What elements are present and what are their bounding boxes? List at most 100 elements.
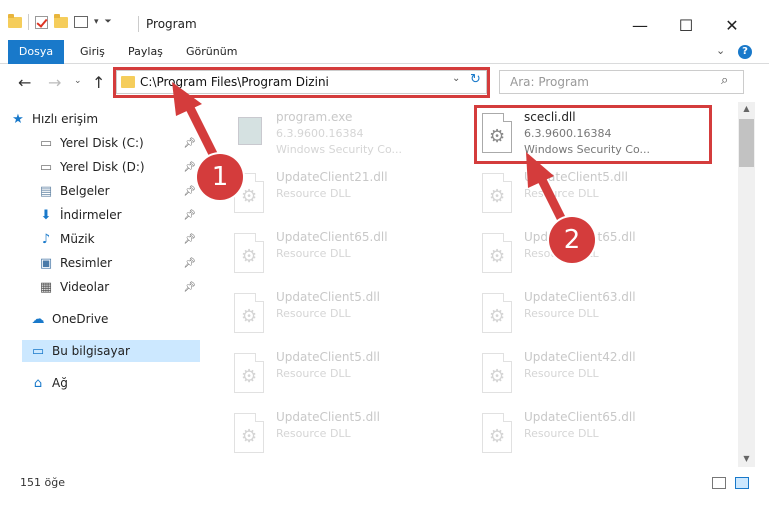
videos-icon: ▦ [39, 279, 53, 295]
gear-icon: ⚙ [241, 426, 258, 447]
nav-item-onedrive[interactable]: ☁ OneDrive [30, 308, 200, 330]
pin-icon[interactable]: 📌︎ [183, 186, 196, 197]
details-view-icon[interactable] [712, 477, 726, 489]
file-version: 6.3.9600.16384 [276, 127, 364, 140]
nav-item-network[interactable]: ⌂ Ağ [30, 372, 200, 394]
status-bar: 151 öğe [0, 467, 769, 497]
pin-icon[interactable]: 📌︎ [183, 282, 196, 293]
nav-item-documents[interactable]: ▤ Belgeler 📌︎ [38, 180, 200, 202]
file-item[interactable]: ⚙ UpdateClient63.dll Resource DLL [480, 288, 710, 338]
documents-icon: ▤ [39, 183, 53, 199]
nav-label: Yerel Disk (C:) [60, 136, 144, 150]
star-icon: ★ [12, 111, 24, 127]
pin-icon[interactable]: 📌︎ [183, 138, 196, 149]
ribbon-expand-icon[interactable]: ⌄ [716, 44, 725, 57]
nav-item-this-pc[interactable]: ▭ Bu bilgisayar [22, 340, 200, 362]
dll-file-icon: ⚙ [480, 293, 514, 333]
tab-view[interactable]: Görünüm [178, 40, 245, 64]
customize-dropdown-icon[interactable]: ▾ [94, 17, 99, 27]
file-highlight-box [474, 105, 712, 164]
file-description: Resource DLL [276, 187, 351, 200]
nav-item-pictures[interactable]: ▣ Resimler 📌︎ [38, 252, 200, 274]
nav-label: Müzik [60, 232, 95, 246]
recent-locations-icon[interactable]: ⌄ [74, 76, 82, 86]
search-icon[interactable]: ⌕ [721, 73, 728, 88]
close-button[interactable]: ✕ [709, 10, 755, 40]
file-name: UpdateClient63.dll [524, 290, 636, 304]
nav-label: Resimler [60, 256, 113, 270]
quick-access-toolbar: ▾ ⏷ [8, 13, 112, 30]
file-description: Resource DLL [524, 367, 599, 380]
maximize-button[interactable]: ☐ [663, 10, 709, 40]
file-name: UpdateClient21.dll [276, 170, 388, 184]
properties-check-icon[interactable] [35, 15, 48, 29]
dll-file-icon: ⚙ [232, 413, 266, 453]
minimize-button[interactable]: — [617, 10, 663, 40]
file-name: UpdateClient65.dll [276, 230, 388, 244]
dll-file-icon: ⚙ [480, 413, 514, 453]
dll-file-icon: ⚙ [480, 233, 514, 273]
music-icon: ♪ [41, 231, 51, 247]
navigation-pane: ★ Hızlı erişim ▭ Yerel Disk (C:) 📌︎ ▭ Ye… [0, 102, 210, 467]
file-description: Windows Security Co... [276, 143, 402, 156]
gear-icon: ⚙ [489, 366, 506, 387]
file-item[interactable]: ⚙ UpdateClient5.dll Resource DLL [232, 408, 462, 458]
file-item[interactable]: ⚙ UpdateClient65.dll Resource DLL [480, 228, 710, 278]
nav-label: Bu bilgisayar [52, 344, 130, 358]
gear-icon: ⚙ [489, 306, 506, 327]
file-item[interactable]: ⚙ UpdateClient5.dll Resource DLL [232, 288, 462, 338]
pin-icon[interactable]: 📌︎ [183, 234, 196, 245]
scroll-thumb[interactable] [739, 119, 754, 167]
new-folder-icon[interactable] [54, 13, 68, 28]
title-bar: ▾ ⏷ Program — ☐ ✕ [0, 0, 769, 40]
nav-item-music[interactable]: ♪ Müzik 📌︎ [38, 228, 200, 250]
address-highlight-box [113, 67, 490, 98]
gear-icon: ⚙ [489, 186, 506, 207]
customize-dropdown-icon-2[interactable]: ⏷ [105, 17, 112, 27]
file-item[interactable]: ⚙ UpdateClient5.dll Resource DLL [480, 168, 710, 218]
file-description: Resource DLL [524, 187, 599, 200]
drive-icon: ▭ [39, 135, 53, 151]
help-button[interactable]: ? [738, 45, 752, 59]
file-item[interactable]: ⚙ UpdateClient65.dll Resource DLL [480, 408, 710, 458]
exe-file-icon [232, 113, 266, 153]
nav-item-downloads[interactable]: ⬇ İndirmeler 📌︎ [38, 204, 200, 226]
tab-share[interactable]: Paylaş [120, 40, 171, 64]
back-arrow-icon[interactable]: ← [18, 73, 31, 92]
nav-label: OneDrive [52, 312, 109, 326]
nav-item-local-disk-c[interactable]: ▭ Yerel Disk (C:) 📌︎ [38, 132, 200, 154]
file-item[interactable]: program.exe 6.3.9600.16384 Windows Secur… [232, 108, 462, 158]
scroll-up-icon[interactable]: ▲ [738, 104, 755, 118]
vertical-scrollbar[interactable]: ▲ ▼ [738, 102, 755, 467]
item-count: 151 öğe [20, 476, 65, 489]
pin-icon[interactable]: 📌︎ [183, 258, 196, 269]
scroll-down-icon[interactable]: ▼ [738, 454, 755, 468]
file-name: UpdateClient5.dll [276, 350, 380, 364]
pictures-icon: ▣ [39, 255, 53, 271]
file-item[interactable]: ⚙ UpdateClient65.dll Resource DLL [232, 228, 462, 278]
file-item[interactable]: ⚙ UpdateClient5.dll Resource DLL [232, 348, 462, 398]
folder-icon[interactable] [8, 13, 22, 28]
file-name: UpdateClient5.dll [276, 290, 380, 304]
up-arrow-icon[interactable]: ↑ [92, 73, 105, 92]
dll-file-icon: ⚙ [232, 293, 266, 333]
forward-arrow-icon[interactable]: → [48, 73, 61, 92]
file-item[interactable]: ⚙ UpdateClient21.dll Resource DLL [232, 168, 462, 218]
nav-item-videos[interactable]: ▦ Videolar 📌︎ [38, 276, 200, 298]
nav-item-local-disk-d[interactable]: ▭ Yerel Disk (D:) 📌︎ [38, 156, 200, 178]
nav-label: Yerel Disk (D:) [60, 160, 145, 174]
large-icons-view-icon[interactable] [735, 477, 749, 489]
pin-icon[interactable]: 📌︎ [183, 210, 196, 221]
view-options-icon[interactable] [74, 16, 88, 28]
dll-file-icon: ⚙ [480, 353, 514, 393]
tab-home[interactable]: Giriş [72, 40, 113, 64]
tab-file[interactable]: Dosya [8, 40, 64, 64]
nav-item-quick-access[interactable]: ★ Hızlı erişim [10, 108, 210, 130]
file-description: Resource DLL [276, 247, 351, 260]
callout-badge-1: 1 [197, 154, 243, 200]
file-name: UpdateClient5.dll [276, 410, 380, 424]
file-item[interactable]: ⚙ UpdateClient42.dll Resource DLL [480, 348, 710, 398]
pin-icon[interactable]: 📌︎ [183, 162, 196, 173]
ribbon-tabs: Dosya Giriş Paylaş Görünüm ⌄ ? [0, 40, 769, 64]
file-description: Resource DLL [276, 367, 351, 380]
